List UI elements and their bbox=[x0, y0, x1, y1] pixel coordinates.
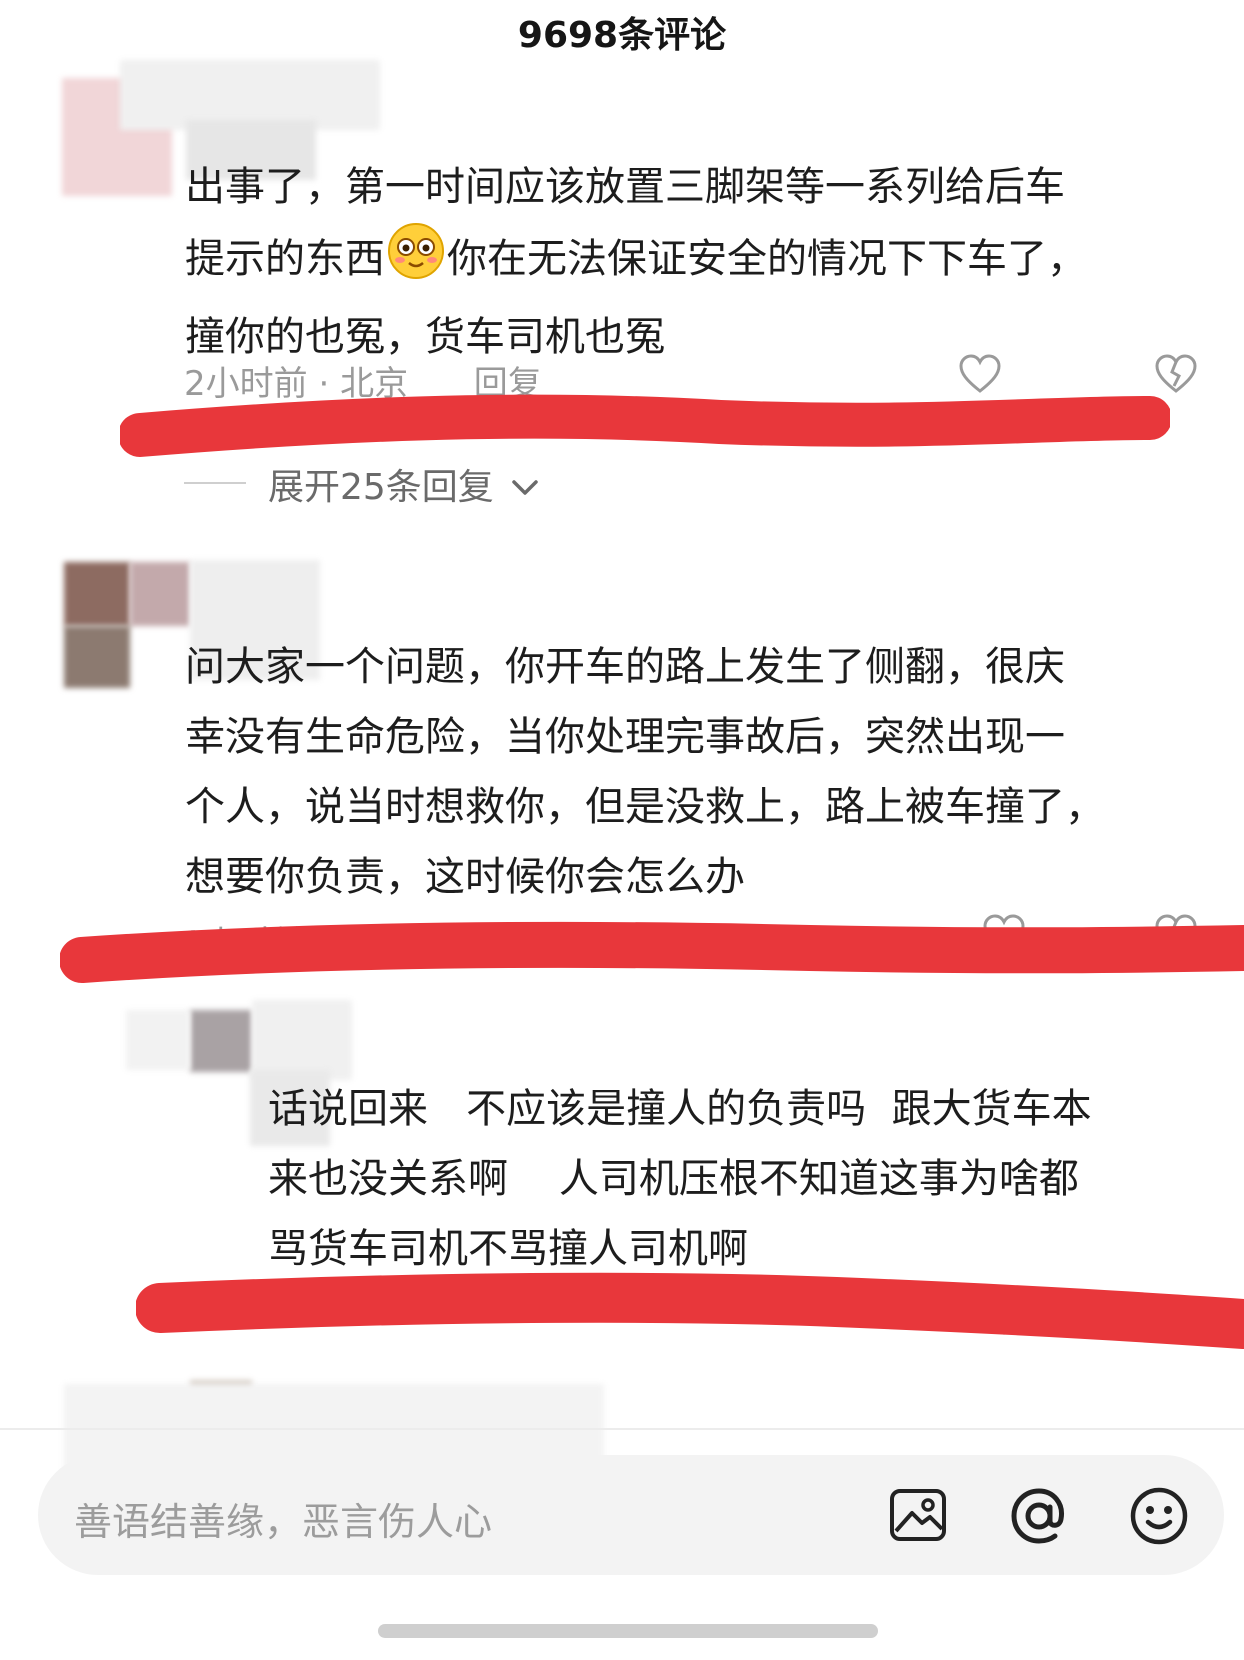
reply-item: 话说回来 不应该是撞人的负责吗 跟大货车本 来也没关系啊 人司机压根不知道这事为… bbox=[0, 1000, 1244, 1360]
chevron-down-icon bbox=[511, 465, 539, 506]
username-obscured bbox=[126, 1010, 190, 1070]
emoji-button[interactable] bbox=[1128, 1485, 1190, 1551]
home-indicator[interactable] bbox=[378, 1624, 878, 1638]
comment-input[interactable]: 善语结善缘，恶言伤人心 bbox=[74, 1491, 492, 1546]
comment-item: 出事了，第一时间应该放置三脚架等一系列给后车 提示的东西 你在无法保证安全的情况… bbox=[0, 50, 1244, 510]
comment-line: 来也没关系啊 人司机压根不知道这事为啥都 bbox=[268, 1156, 1079, 1202]
expand-replies-button[interactable]: 展开25条回复 bbox=[268, 458, 539, 510]
comment-line: 话说回来 不应该是撞人的负责吗 跟大货车本 bbox=[268, 1086, 1092, 1132]
red-marker-stroke bbox=[136, 1268, 1244, 1358]
comment-line: 问大家一个问题，你开车的路上发生了侧翻，很庆 bbox=[185, 644, 1065, 690]
comment-line: 出事了，第一时间应该放置三脚架等一系列给后车 bbox=[185, 164, 1065, 210]
emoji-face-icon bbox=[387, 222, 445, 302]
image-icon bbox=[888, 1489, 948, 1549]
red-marker-stroke bbox=[120, 380, 1170, 460]
expand-divider bbox=[184, 482, 246, 484]
at-icon bbox=[1008, 1488, 1070, 1551]
comment-line: 提示的东西 你在无法保证安全的情况下下车了， bbox=[185, 222, 1087, 302]
comment-line: 个人，说当时想救你，但是没救上，路上被车撞了， bbox=[185, 784, 1105, 830]
input-divider bbox=[0, 1428, 1244, 1430]
red-marker-stroke bbox=[60, 920, 1244, 1000]
comment-body: 问大家一个问题，你开车的路上发生了侧翻，很庆 幸没有生命危险，当你处理完事故后，… bbox=[185, 632, 1105, 912]
comment-body: 出事了，第一时间应该放置三脚架等一系列给后车 提示的东西 你在无法保证安全的情况… bbox=[185, 152, 1087, 372]
avatar[interactable] bbox=[190, 1010, 252, 1072]
image-button[interactable] bbox=[888, 1485, 948, 1549]
avatar bbox=[64, 626, 130, 688]
avatar[interactable] bbox=[64, 562, 130, 626]
mention-button[interactable] bbox=[1008, 1485, 1070, 1551]
comment-line: 想要你负责，这时候你会怎么办 bbox=[185, 854, 745, 900]
avatar bbox=[130, 562, 190, 626]
smiley-icon bbox=[1128, 1487, 1190, 1551]
comment-body: 话说回来 不应该是撞人的负责吗 跟大货车本 来也没关系啊 人司机压根不知道这事为… bbox=[268, 1074, 1092, 1284]
comment-input-bar[interactable]: 善语结善缘，恶言伤人心 bbox=[38, 1455, 1224, 1575]
comment-item: 问大家一个问题，你开车的路上发生了侧翻，很庆 幸没有生命危险，当你处理完事故后，… bbox=[0, 540, 1244, 983]
username-obscured[interactable] bbox=[252, 1000, 352, 1080]
comment-line: 幸没有生命危险，当你处理完事故后，突然出现一 bbox=[185, 714, 1065, 760]
